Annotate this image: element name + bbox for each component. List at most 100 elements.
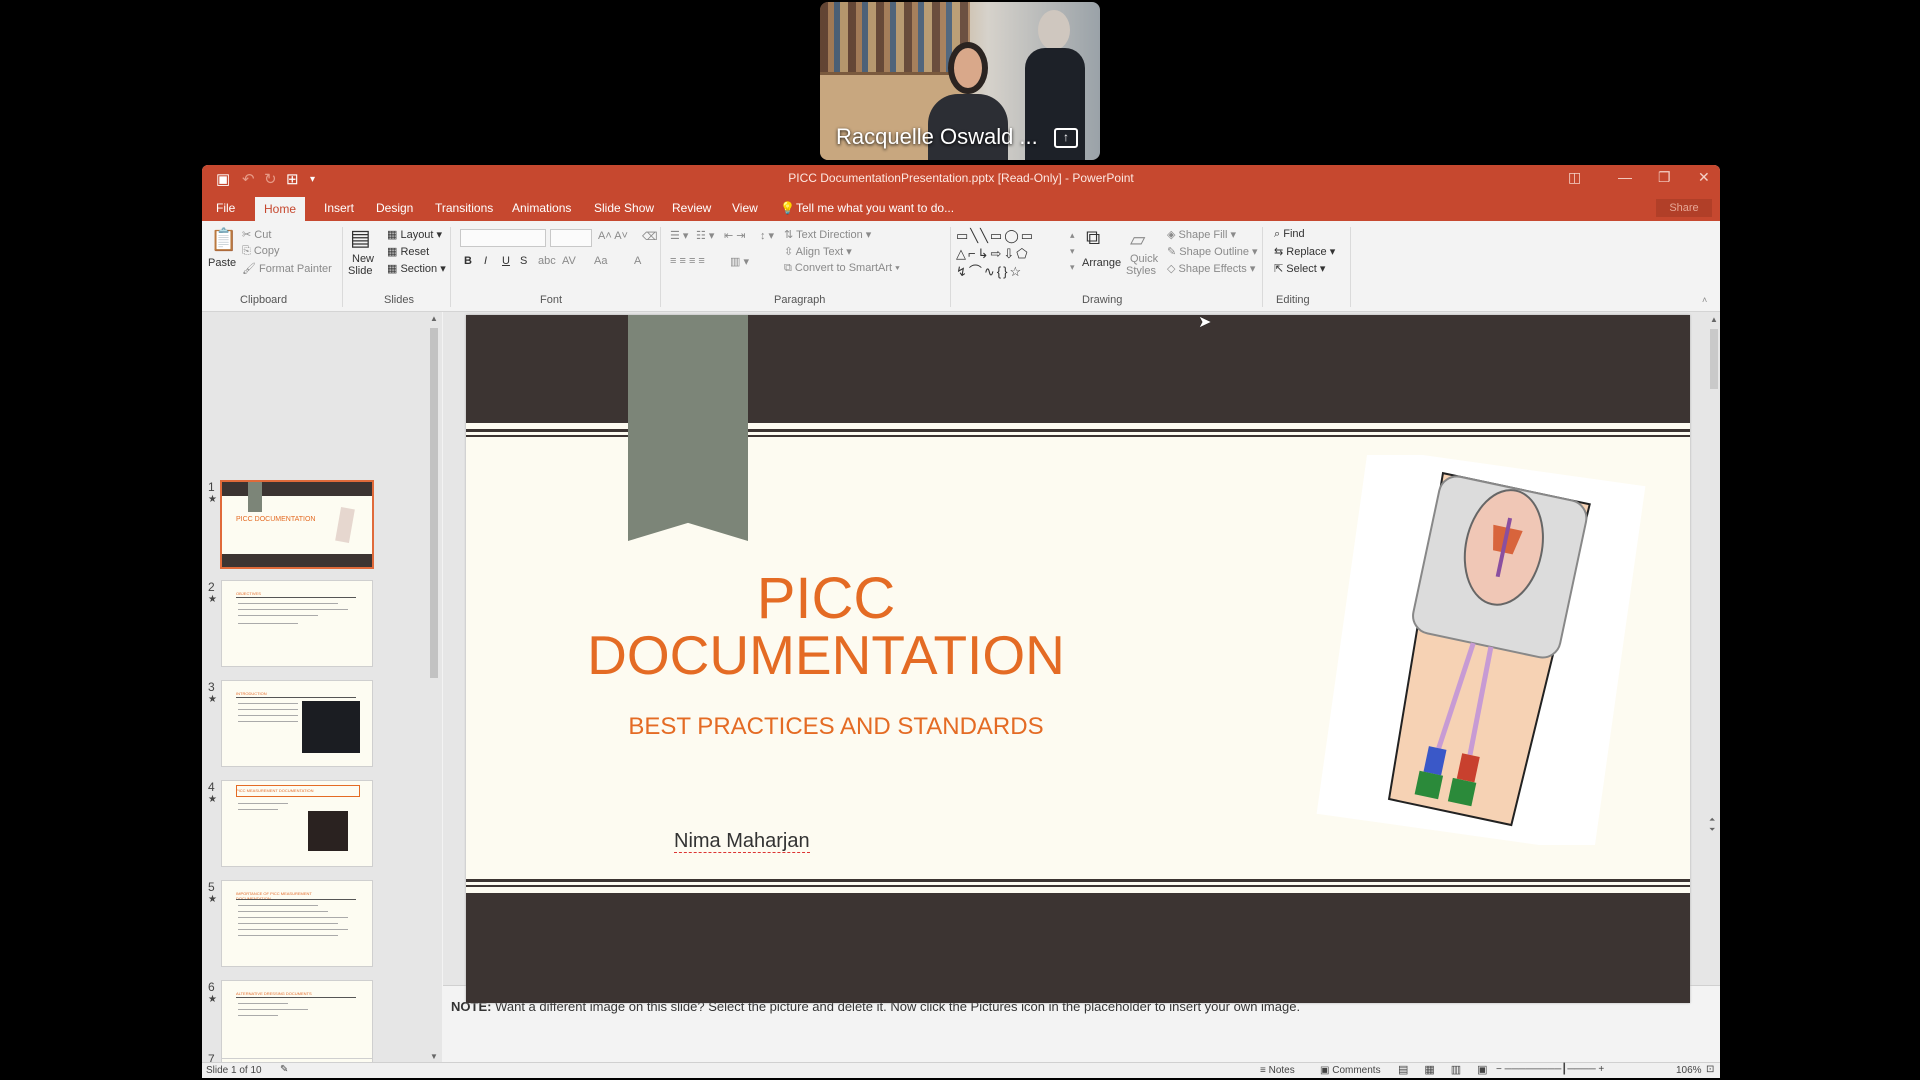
participant-video-tile[interactable]: Racquelle Oswald ... ↑ (820, 2, 1100, 160)
slide-thumbnail-1[interactable]: PICC DOCUMENTATION (220, 480, 374, 569)
tab-animations[interactable]: Animations (512, 201, 571, 215)
slide-scrollbar[interactable]: ▲ ⏶ ⏷ (1708, 315, 1720, 835)
find-button[interactable]: ⌕ Find (1274, 228, 1305, 241)
format-painter-button[interactable]: 🖌 Format Painter (242, 262, 332, 275)
text-direction-button[interactable]: ⇅ Text Direction ▾ (784, 228, 871, 241)
thumb-number: 3 (208, 680, 215, 694)
clear-formatting-icon[interactable]: ⌫ (642, 230, 658, 243)
arrange-icon[interactable]: ⧉ (1086, 227, 1100, 250)
slide-title-line-1[interactable]: PICC (546, 565, 1106, 632)
replace-button[interactable]: ⇆ Replace ▾ (1274, 245, 1335, 258)
quick-styles-label-2[interactable]: Styles (1126, 265, 1156, 277)
slide-subtitle[interactable]: BEST PRACTICES AND STANDARDS (546, 713, 1126, 741)
strikethrough-icon[interactable]: abc (538, 255, 556, 267)
shadow-icon[interactable]: S (520, 255, 527, 267)
cut-button[interactable]: ✂ Cut (242, 228, 271, 241)
tab-review[interactable]: Review (672, 201, 711, 215)
underline-icon[interactable]: U (502, 255, 510, 267)
view-buttons[interactable]: ▤▦▥▣ (1398, 1063, 1504, 1076)
notes-toggle[interactable]: ≡ Notes (1260, 1065, 1295, 1076)
tell-me-search[interactable]: Tell me what you want to do... (796, 201, 954, 215)
slide-stripe (466, 885, 1690, 887)
slide-thumbnail-6[interactable]: ALTERNATIVE DRESSING DOCUMENTS (221, 980, 373, 1064)
paste-button[interactable]: Paste (208, 257, 236, 269)
new-slide-label-1[interactable]: New (352, 253, 374, 265)
minimize-icon[interactable]: — (1618, 169, 1632, 185)
font-size-input[interactable] (550, 229, 592, 247)
ribbon-display-icon[interactable]: ◫ (1568, 169, 1581, 186)
spell-check-icon[interactable]: ✎ (280, 1064, 288, 1075)
comments-toggle[interactable]: ▣ Comments (1320, 1065, 1381, 1076)
fit-to-window-icon[interactable]: ⊡ (1706, 1064, 1714, 1075)
group-label-font: Font (540, 294, 563, 306)
font-name-input[interactable] (460, 229, 546, 247)
tab-insert[interactable]: Insert (324, 201, 354, 215)
bullets-icon[interactable]: ☰ ▾ (670, 229, 688, 242)
align-text-button[interactable]: ⇳ Align Text ▾ (784, 245, 852, 258)
layout-button[interactable]: ▦ Layout ▾ (387, 228, 442, 241)
slide-thumbnail-4[interactable]: PICC MEASUREMENT DOCUMENTATION (221, 780, 373, 867)
character-spacing-icon[interactable]: AV (562, 255, 576, 267)
close-icon[interactable]: ✕ (1698, 169, 1710, 186)
bookmark-ribbon-shape (628, 315, 748, 541)
shapes-gallery-scroll[interactable]: ▴ ▾ ▾ (1070, 227, 1075, 275)
new-slide-label-2[interactable]: Slide (348, 265, 372, 277)
shape-fill-button[interactable]: ◈ Shape Fill ▾ (1167, 228, 1236, 241)
slide-title-line-2[interactable]: DOCUMENTATION (546, 623, 1106, 687)
picc-line-illustration[interactable] (1311, 455, 1651, 845)
reset-button[interactable]: ▦ Reset (387, 245, 429, 258)
quick-styles-label-1[interactable]: Quick (1130, 253, 1158, 265)
convert-smartart-button[interactable]: ⧉ Convert to SmartArt ▾ (784, 262, 900, 275)
copy-button[interactable]: ⎘ Copy (242, 245, 280, 258)
lightbulb-icon: 💡 (780, 201, 795, 215)
thumb-title: ALTERNATIVE DRESSING DOCUMENTS (236, 991, 312, 996)
slide-1[interactable]: PICC DOCUMENTATION BEST PRACTICES AND ST… (466, 315, 1690, 1003)
slide-author[interactable]: Nima Maharjan (674, 830, 810, 853)
slide-thumbnail-3[interactable]: INTRODUCTION (221, 680, 373, 767)
shapes-gallery[interactable]: ▭╲╲▭◯▭ △⌐↳⇨⇩⬠ ↯⌒∿{}☆ (956, 227, 1068, 283)
separator (450, 227, 451, 307)
font-grow-shrink-icons[interactable]: A˄ A˅ (598, 230, 628, 242)
maximize-icon[interactable]: ❐ (1658, 169, 1671, 186)
indent-icons[interactable]: ⇤ ⇥ (724, 229, 746, 242)
scrollbar-thumb[interactable] (1710, 329, 1718, 389)
paste-icon[interactable]: 📋 (210, 227, 237, 253)
tab-home[interactable]: Home (255, 197, 305, 221)
bold-icon[interactable]: B (464, 255, 472, 267)
quick-styles-icon[interactable]: ▱ (1130, 227, 1145, 252)
tab-transitions[interactable]: Transitions (435, 201, 493, 215)
separator (950, 227, 951, 307)
zoom-slider[interactable]: − ────────┃──── + (1496, 1064, 1604, 1075)
numbering-icon[interactable]: ☷ ▾ (696, 229, 714, 242)
tab-file[interactable]: File (216, 201, 235, 215)
scroll-up-icon[interactable]: ▲ (430, 314, 438, 323)
tab-design[interactable]: Design (376, 201, 413, 215)
font-color-icon[interactable]: A (634, 255, 641, 267)
prev-next-slide-icons[interactable]: ⏶ ⏷ (1709, 815, 1715, 835)
align-icons[interactable]: ≡ ≡ ≡ ≡ (670, 255, 705, 267)
tab-view[interactable]: View (732, 201, 758, 215)
screen-share-icon[interactable]: ↑ (1054, 128, 1078, 148)
select-button[interactable]: ⇱ Select ▾ (1274, 262, 1325, 275)
change-case-icon[interactable]: Aa (594, 255, 607, 267)
thumbnails-scrollbar[interactable]: ▲ ▼ (428, 312, 440, 1064)
italic-icon[interactable]: I (484, 255, 487, 267)
shape-effects-button[interactable]: ◇ Shape Effects ▾ (1167, 262, 1255, 275)
new-slide-icon[interactable]: ▤ (350, 225, 371, 251)
collapse-ribbon-icon[interactable]: ˄ (1702, 295, 1707, 305)
slide-thumbnail-2[interactable]: OBJECTIVES (221, 580, 373, 667)
mouse-cursor-icon: ➤ (1198, 314, 1212, 331)
group-label-clipboard: Clipboard (240, 294, 288, 306)
section-button[interactable]: ▦ Section ▾ (387, 262, 446, 275)
line-spacing-icon[interactable]: ↕ ▾ (760, 229, 774, 242)
scrollbar-thumb[interactable] (430, 328, 438, 678)
columns-icon[interactable]: ▥ ▾ (730, 255, 749, 268)
shape-outline-button[interactable]: ✎ Shape Outline ▾ (1167, 245, 1258, 258)
group-label-editing: Editing (1276, 294, 1310, 306)
zoom-level[interactable]: 106% (1676, 1065, 1702, 1076)
share-button[interactable]: Share (1656, 199, 1712, 217)
arrange-button[interactable]: Arrange (1082, 257, 1121, 269)
scroll-down-icon[interactable]: ▼ (430, 1052, 438, 1061)
tab-slide-show[interactable]: Slide Show (594, 201, 654, 215)
slide-thumbnail-5[interactable]: IMPORTANCE OF PICC MEASUREMENT DOCUMENTA… (221, 880, 373, 967)
